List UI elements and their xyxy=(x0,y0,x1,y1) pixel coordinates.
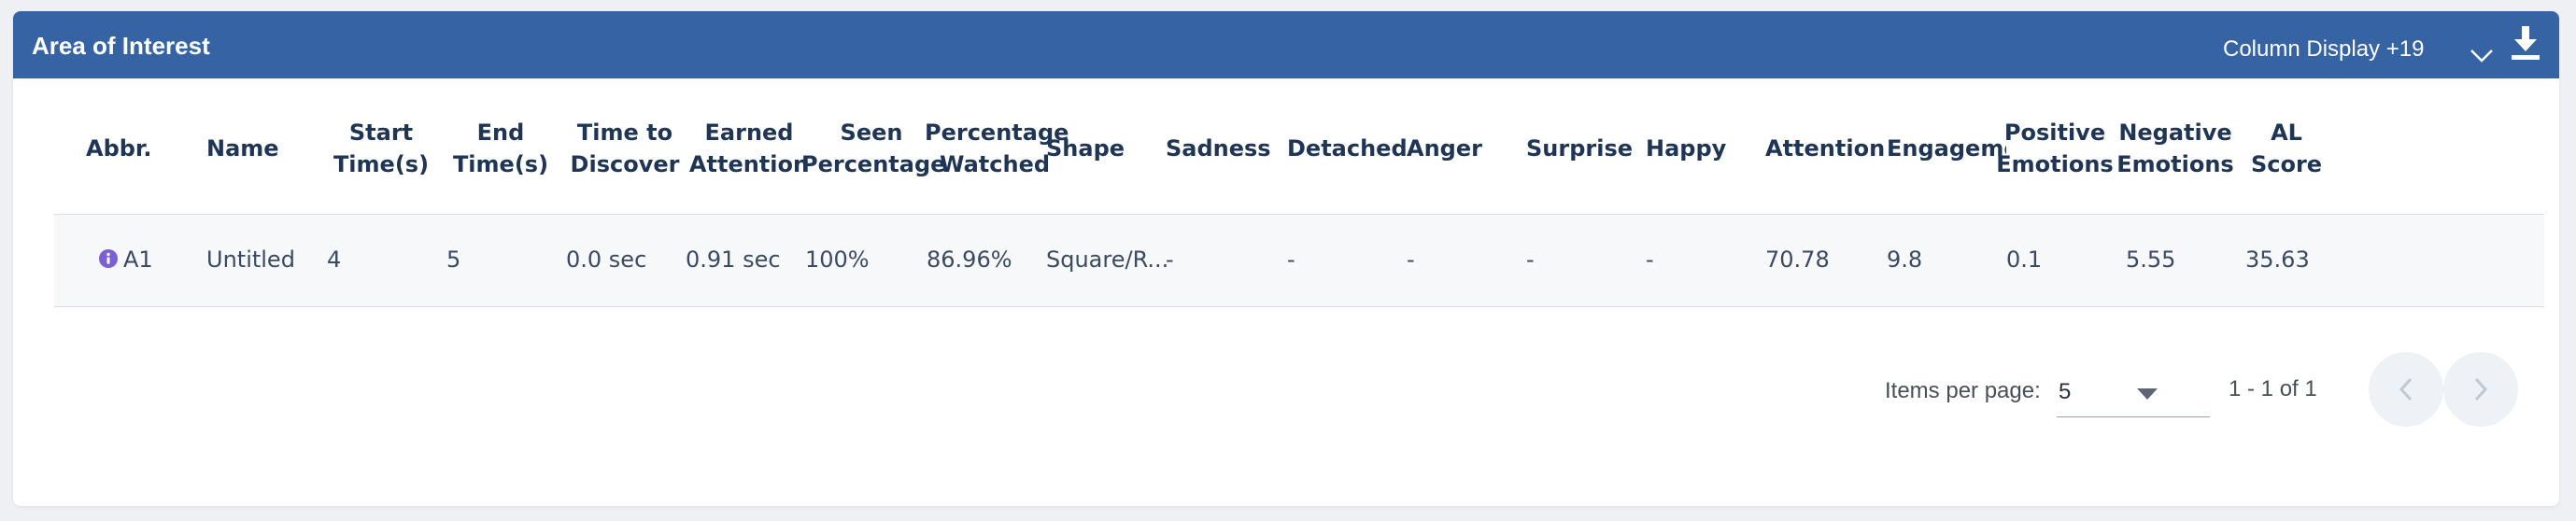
cell-surprise: - xyxy=(1526,246,1535,273)
card-header: Area of Interest Column Display +19 xyxy=(13,11,2559,78)
col-header-seen-percentage-line2: Percentage xyxy=(801,151,946,177)
cell-engagement: 9.8 xyxy=(1887,246,1923,273)
cell-percentage-watched: 86.96% xyxy=(927,246,1012,273)
col-header-earned-attention-line1: Earned xyxy=(704,120,794,146)
chevron-left-icon xyxy=(2399,377,2413,401)
card-title: Area of Interest xyxy=(32,32,210,60)
items-per-page-label: Items per page: xyxy=(1885,378,2041,403)
col-header-time-to-discover[interactable]: Time to Discover xyxy=(564,117,686,180)
chevron-right-icon xyxy=(2474,377,2488,401)
col-header-abbr[interactable]: Abbr. xyxy=(86,133,151,164)
cell-negative-emotions: 5.55 xyxy=(2126,246,2176,273)
col-header-al-score-line2: Score xyxy=(2250,151,2323,177)
info-circle-icon[interactable] xyxy=(99,249,118,268)
col-header-surprise[interactable]: Surprise xyxy=(1526,133,1633,164)
caret-down-icon[interactable] xyxy=(2137,388,2158,400)
area-of-interest-card: Area of Interest Column Display +19 Abbr… xyxy=(13,11,2559,506)
col-header-start-time-line2: Time(s) xyxy=(333,151,430,177)
cell-positive-emotions: 0.1 xyxy=(2006,246,2043,273)
col-header-positive-emotions[interactable]: Positive Emotions xyxy=(1995,117,2115,180)
col-header-al-score[interactable]: AL Score xyxy=(2240,117,2333,180)
col-header-shape[interactable]: Shape xyxy=(1046,133,1125,164)
cell-shape: Square/R... xyxy=(1046,246,1169,273)
cell-anger: - xyxy=(1407,246,1415,273)
col-header-negative-emotions[interactable]: Negative Emotions xyxy=(2115,117,2236,180)
col-header-attention[interactable]: Attention xyxy=(1765,133,1885,164)
col-header-anger[interactable]: Anger xyxy=(1407,133,1482,164)
download-icon[interactable] xyxy=(2509,24,2542,62)
col-header-engagement[interactable]: Engagemer xyxy=(1887,133,2006,164)
col-header-al-score-line1: AL xyxy=(2271,120,2302,146)
col-header-negative-emotions-line1: Negative xyxy=(2118,120,2232,146)
cell-start-time: 4 xyxy=(327,246,342,273)
col-header-detached[interactable]: Detached xyxy=(1287,133,1408,164)
cell-earned-attention: 0.91 sec xyxy=(686,246,781,273)
col-header-earned-attention-line2: Attention xyxy=(688,151,810,177)
items-per-page-select[interactable] xyxy=(2057,372,2210,417)
col-header-happy[interactable]: Happy xyxy=(1646,133,1726,164)
chevron-down-icon[interactable] xyxy=(2468,41,2496,69)
cell-time-to-discover: 0.0 sec xyxy=(566,246,647,273)
previous-page-button[interactable] xyxy=(2369,352,2443,427)
col-header-start-time-line1: Start xyxy=(348,120,414,146)
col-header-end-time-line2: Time(s) xyxy=(452,151,549,177)
col-header-time-to-discover-line1: Time to xyxy=(576,120,673,146)
cell-end-time: 5 xyxy=(446,246,461,273)
cell-attention: 70.78 xyxy=(1765,246,1830,273)
col-header-percentage-watched-line1: Percentage xyxy=(925,120,1069,146)
cell-name: Untitled xyxy=(206,246,295,273)
cell-al-score: 35.63 xyxy=(2245,246,2310,273)
cell-detached: - xyxy=(1287,246,1295,273)
col-header-percentage-watched[interactable]: Percentage Watched xyxy=(925,117,1069,180)
items-per-page-value[interactable]: 5 xyxy=(2059,379,2071,405)
col-header-end-time-line1: End xyxy=(476,120,525,146)
cell-seen-percentage: 100% xyxy=(805,246,870,273)
pagination-range: 1 - 1 of 1 xyxy=(2229,376,2317,401)
col-header-percentage-watched-line2: Watched xyxy=(939,151,1051,177)
col-header-name[interactable]: Name xyxy=(206,133,279,164)
col-header-seen-percentage[interactable]: Seen Percentage xyxy=(801,117,946,180)
col-header-earned-attention[interactable]: Earned Attention xyxy=(684,117,814,180)
col-header-sadness[interactable]: Sadness xyxy=(1166,133,1271,164)
col-header-positive-emotions-line1: Positive xyxy=(2003,120,2106,146)
col-header-end-time[interactable]: End Time(s) xyxy=(445,117,557,180)
col-header-seen-percentage-line1: Seen xyxy=(840,120,903,146)
cell-sadness: - xyxy=(1166,246,1174,273)
col-header-negative-emotions-line2: Emotions xyxy=(2116,151,2234,177)
column-display-dropdown[interactable]: Column Display +19 xyxy=(2223,36,2424,63)
col-header-positive-emotions-line2: Emotions xyxy=(1996,151,2114,177)
cell-happy: - xyxy=(1646,246,1654,273)
next-page-button[interactable] xyxy=(2443,352,2518,427)
col-header-time-to-discover-line2: Discover xyxy=(570,151,680,177)
col-header-start-time[interactable]: Start Time(s) xyxy=(325,117,437,180)
cell-abbr: A1 xyxy=(123,246,153,273)
